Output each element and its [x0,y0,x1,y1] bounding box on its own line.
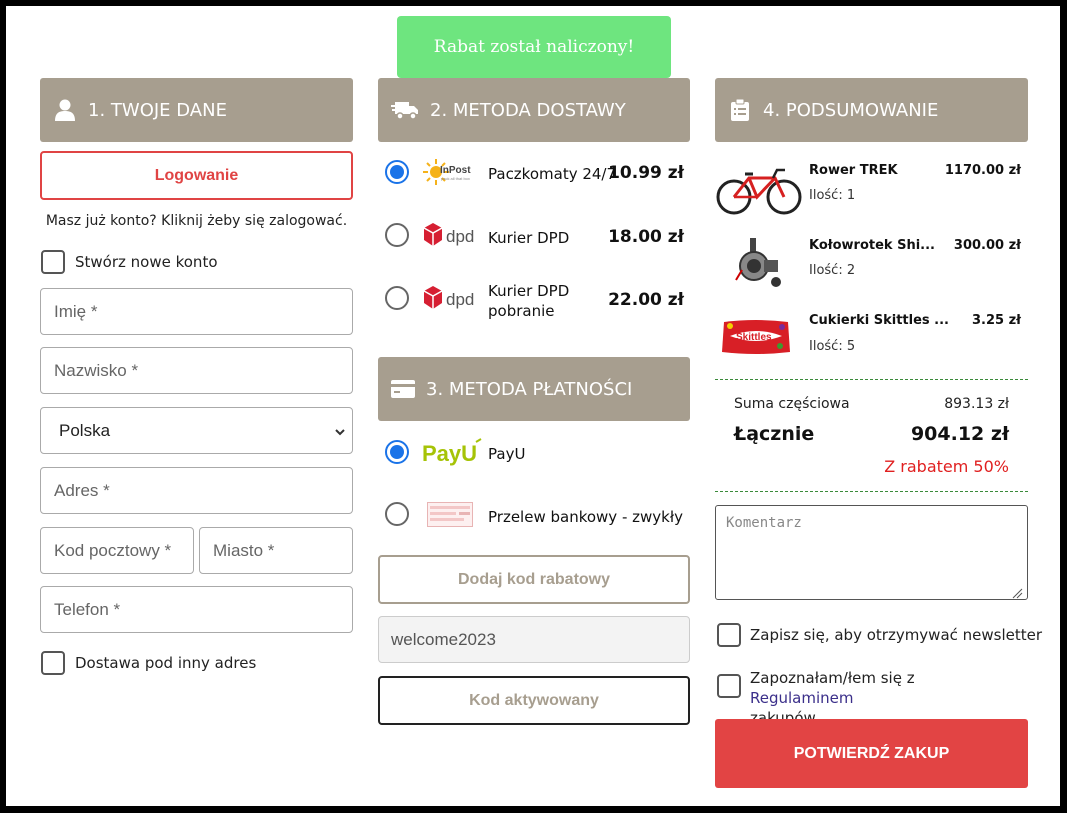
section-header-shipping: 2. METODA DOSTAWY [378,78,690,142]
newsletter-label: Zapisz się, aby otrzymywać newsletter [750,626,1043,644]
create-account-checkbox[interactable] [41,250,65,274]
other-address-checkbox[interactable] [41,651,65,675]
svg-text:Skittles: Skittles [736,332,772,343]
terms-prefix: Zapoznałam/łem się z [750,669,915,687]
create-account-label: Stwórz nowe konto [75,253,218,271]
svg-text:dpd: dpd [446,290,474,309]
product-name: Rower TREK [809,163,898,178]
total-value: 904.12 zł [910,423,1009,445]
other-address-label: Dostawa pod inny adres [75,654,257,672]
payment-label: PayU [488,445,526,463]
product-name: Kołowrotek Shi... [809,238,935,253]
product-name: Cukierki Skittles ... [809,313,949,328]
fishing-reel-product-image [728,236,786,291]
svg-text:InPost: InPost [440,165,471,176]
confirm-purchase-button[interactable]: POTWIERDŹ ZAKUP [715,719,1028,788]
bank-transfer-form-icon [427,502,473,527]
dpd-logo-icon: dpd [422,220,482,250]
subtotal-label: Suma częściowa [734,396,850,412]
section-title: 4. PODSUMOWANIE [763,99,939,121]
product-price: 3.25 zł [972,313,1021,328]
shipping-price: 10.99 zł [608,163,684,183]
section-header-payment: 3. METODA PŁATNOŚCI [378,357,690,421]
country-select-value: Polska [59,420,111,440]
comment-textarea[interactable]: Komentarz [715,505,1028,600]
login-hint: Masz już konto? Kliknij żeby się zalogow… [45,213,348,229]
skittles-product-image: Skittles [720,318,792,356]
payment-radio-payu[interactable] [385,440,409,464]
checkout-page: Rabat został naliczony! 1. TWOJE DANE Lo… [6,6,1060,806]
product-price: 1170.00 zł [944,163,1021,178]
shipping-price: 22.00 zł [608,290,684,310]
last-name-input[interactable]: Nazwisko * [40,347,353,394]
divider [715,491,1028,492]
product-qty: Ilość: 1 [809,188,856,203]
terms-checkbox[interactable] [717,674,741,698]
svg-text:PayU: PayU [422,441,477,466]
shipping-radio-inpost[interactable] [385,160,409,184]
user-icon [52,97,78,123]
product-price: 300.00 zł [953,238,1021,253]
coupon-activated-button[interactable]: Kod aktywowany [378,676,690,725]
chevron-down-icon [334,423,346,443]
credit-card-icon [390,376,416,402]
truck-icon [390,97,420,123]
add-coupon-button[interactable]: Dodaj kod rabatowy [378,555,690,604]
login-button[interactable]: Logowanie [40,151,353,200]
payment-radio-transfer[interactable] [385,502,409,526]
section-title: 1. TWOJE DANE [88,99,227,121]
dpd-logo-icon: dpd [422,283,482,313]
shipping-radio-dpd[interactable] [385,223,409,247]
payu-logo-icon: PayU [421,436,485,468]
clipboard-icon [727,97,753,123]
section-header-summary: 4. PODSUMOWANIE [715,78,1028,142]
shipping-label: Kurier DPD pobranie [488,282,570,320]
coupon-code-input[interactable]: welcome2023 [378,616,690,663]
newsletter-checkbox[interactable] [717,623,741,647]
product-qty: Ilość: 5 [809,339,856,354]
shipping-radio-dpd-cod[interactable] [385,286,409,310]
phone-input[interactable]: Telefon * [40,586,353,633]
postal-code-input[interactable]: Kod pocztowy * [40,527,194,574]
discount-toast: Rabat został naliczony! [397,16,671,78]
city-input[interactable]: Miasto * [199,527,353,574]
section-title: 2. METODA DOSTAWY [430,99,626,121]
resize-handle-icon [1011,584,1023,603]
svg-text:pack all that box: pack all that box [441,176,470,181]
payment-label: Przelew bankowy - zwykły [488,508,683,526]
svg-text:dpd: dpd [446,227,474,246]
bike-product-image [715,164,803,216]
shipping-price: 18.00 zł [608,227,684,247]
divider [715,379,1028,380]
section-header-your-data: 1. TWOJE DANE [40,78,353,142]
discount-note: Z rabatem 50% [884,457,1009,476]
terms-link[interactable]: Regulaminem [750,689,854,707]
subtotal-value: 893.13 zł [944,396,1009,412]
section-title: 3. METODA PŁATNOŚCI [426,378,633,400]
product-qty: Ilość: 2 [809,263,856,278]
address-input[interactable]: Adres * [40,467,353,514]
total-label: Łącznie [734,423,815,445]
first-name-input[interactable]: Imię * [40,288,353,335]
inpost-logo-icon: InPost pack all that box [422,156,480,188]
country-select[interactable]: Polska [40,407,353,454]
shipping-label: Kurier DPD [488,229,570,247]
